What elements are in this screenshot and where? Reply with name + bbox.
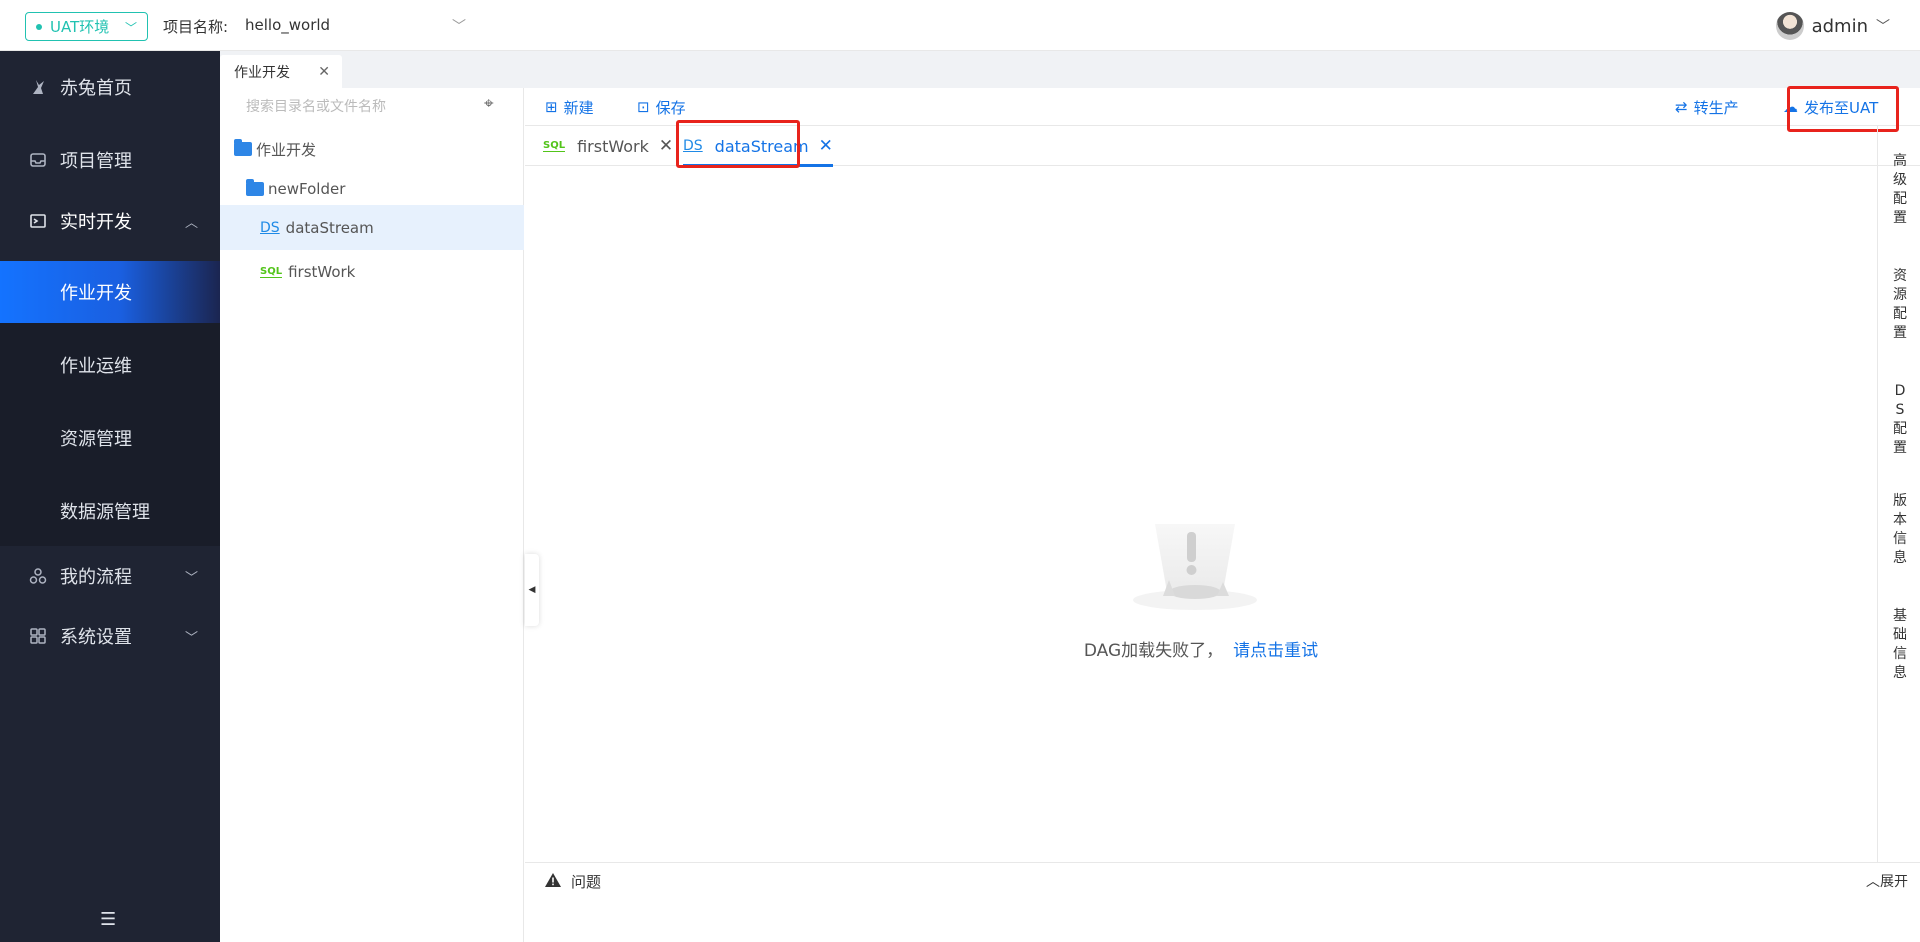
chevron-down-icon: ﹀ — [184, 630, 198, 646]
tree-item-label: dataStream — [285, 218, 374, 237]
user-menu[interactable]: admin ﹀ — [1775, 12, 1890, 40]
avatar — [1775, 12, 1804, 40]
highlight-box — [676, 120, 800, 168]
sidebar-item-datasources[interactable]: 数据源管理 — [0, 480, 220, 542]
ds-file-icon: DS — [260, 219, 280, 236]
save-icon: ⊡ — [637, 98, 650, 116]
issues-tab[interactable]: 问题 — [545, 871, 601, 892]
rail-ds-config[interactable]: DS配置 — [1892, 382, 1908, 458]
dag-canvas: ◀ DAG加载失败了， 请点击重试 — [525, 166, 1877, 862]
flow-icon — [28, 566, 48, 586]
sidebar-item-label: 作业开发 — [60, 283, 132, 304]
tab-job-dev[interactable]: 作业开发 ✕ — [220, 55, 342, 88]
tree-item-label: newFolder — [268, 180, 346, 198]
save-button-label: 保存 — [655, 98, 686, 117]
tab-label: 作业开发 — [234, 64, 290, 81]
tree-file-firstwork[interactable]: SQL firstWork — [220, 250, 524, 294]
sidebar-item-label: 作业运维 — [60, 356, 132, 377]
chevron-up-icon: ︿ — [184, 215, 198, 231]
sidebar-item-settings[interactable]: 系统设置 ﹀ — [0, 606, 220, 666]
sql-file-icon: SQL — [260, 266, 283, 278]
file-tab-strip: SQL firstWork ✕ DS dataStream ✕ — [525, 120, 1920, 168]
new-button[interactable]: ⊞ 新建 — [545, 94, 594, 120]
sidebar-item-label: 赤兔首页 — [60, 78, 132, 99]
tree-item-label: 作业开发 — [256, 140, 317, 159]
rail-resource-config[interactable]: 资源配置 — [1892, 267, 1908, 343]
top-bar: UAT环境 ﹀ 项目名称: hello_world ﹀ admin ﹀ — [0, 0, 1920, 51]
chevron-up-icon: ︿ — [1866, 874, 1880, 890]
rail-advanced-config[interactable]: 高级配置 — [1892, 152, 1908, 228]
rabbit-icon — [28, 77, 48, 97]
issues-bar: 问题 ︿展开 — [525, 862, 1920, 942]
environment-label: UAT环境 — [50, 18, 110, 36]
sidebar-item-label: 我的流程 — [60, 567, 132, 588]
sidebar-item-my-flows[interactable]: 我的流程 ﹀ — [0, 546, 220, 606]
chevron-down-icon: ﹀ — [184, 570, 198, 586]
sidebar-item-label: 项目管理 — [60, 151, 132, 172]
file-tab-label: firstWork — [577, 136, 649, 156]
close-icon[interactable]: ✕ — [659, 136, 673, 156]
file-tab-firstwork[interactable]: SQL firstWork ✕ — [543, 126, 673, 166]
project-selector[interactable]: hello_world — [245, 16, 330, 34]
page-tab-strip: 作业开发 ✕ — [220, 51, 1920, 88]
sidebar-item-label: 实时开发 — [60, 212, 132, 233]
rail-basic-info[interactable]: 基础信息 — [1892, 607, 1908, 683]
close-icon[interactable]: ✕ — [318, 64, 330, 80]
grid-icon — [28, 626, 48, 646]
load-error-illustration — [1133, 524, 1257, 610]
sidebar-item-label: 资源管理 — [60, 429, 132, 450]
editor-area: ⊞ 新建 ⊡ 保存 ⇄ 转生产 ☁ 发布至UAT SQL firstWork ✕… — [525, 86, 1920, 942]
tree-file-datastream[interactable]: DS dataStream — [220, 205, 524, 250]
rail-version-info[interactable]: 版本信息 — [1892, 492, 1908, 568]
project-label: 项目名称: — [163, 18, 229, 36]
locate-icon[interactable]: ⌖ — [484, 94, 494, 114]
sidebar-item-home[interactable]: 赤兔首页 — [0, 57, 220, 117]
to-production-button[interactable]: ⇄ 转生产 — [1675, 94, 1739, 120]
expand-label: 展开 — [1880, 874, 1908, 890]
tree-item-label: firstWork — [288, 263, 356, 281]
chevron-down-icon: ﹀ — [1876, 19, 1890, 35]
chevron-down-icon: ﹀ — [124, 21, 137, 35]
sidebar: 赤兔首页 项目管理 实时开发 ︿ 作业开发 作业运维 资源管理 数据源管理 我的… — [0, 51, 220, 942]
collapse-menu-icon[interactable]: ☰ — [100, 909, 116, 930]
to-production-label: 转生产 — [1693, 98, 1739, 117]
sql-file-icon: SQL — [543, 140, 566, 152]
add-file-icon: ⊞ — [545, 98, 558, 116]
terminal-icon — [28, 211, 48, 231]
folder-icon — [234, 139, 252, 156]
sidebar-item-realtime-dev[interactable]: 实时开发 ︿ — [0, 191, 220, 251]
folder-icon — [246, 179, 264, 196]
sidebar-item-projects[interactable]: 项目管理 — [0, 130, 220, 190]
transfer-icon: ⇄ — [1675, 98, 1688, 116]
issues-label: 问题 — [571, 873, 602, 891]
sidebar-item-job-dev[interactable]: 作业开发 — [0, 261, 220, 323]
collapse-panel-handle[interactable]: ◀ — [525, 554, 539, 626]
new-button-label: 新建 — [563, 98, 594, 117]
close-icon[interactable]: ✕ — [819, 136, 833, 156]
sidebar-item-label: 数据源管理 — [60, 502, 150, 523]
error-text: DAG加载失败了， — [1083, 641, 1224, 661]
tree-root-folder[interactable]: 作业开发 — [220, 127, 524, 171]
user-name: admin — [1811, 15, 1868, 37]
environment-selector[interactable]: UAT环境 ﹀ — [25, 12, 148, 41]
warning-icon — [545, 872, 561, 891]
status-dot — [36, 23, 42, 30]
error-message: DAG加载失败了， 请点击重试 — [525, 636, 1877, 661]
sidebar-item-resources[interactable]: 资源管理 — [0, 407, 220, 469]
save-button[interactable]: ⊡ 保存 — [637, 94, 686, 120]
expand-button[interactable]: ︿展开 — [1866, 871, 1908, 891]
sidebar-item-job-ops[interactable]: 作业运维 — [0, 334, 220, 396]
config-rail: 高级配置 资源配置 DS配置 版本信息 基础信息 — [1877, 126, 1920, 862]
retry-link[interactable]: 请点击重试 — [1233, 641, 1318, 661]
search-input[interactable]: 搜索目录名或文件名称 — [246, 96, 386, 116]
chevron-down-icon[interactable]: ﹀ — [452, 16, 466, 36]
inbox-icon — [28, 150, 48, 170]
file-tree-panel: 搜索目录名或文件名称 ⌖ 作业开发 newFolder DS dataStrea… — [220, 88, 524, 942]
sidebar-item-label: 系统设置 — [60, 627, 132, 648]
